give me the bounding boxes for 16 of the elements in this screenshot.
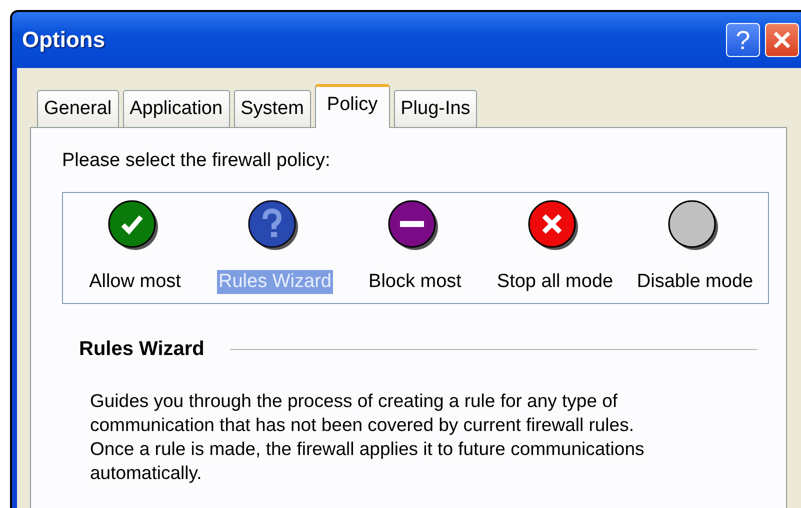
close-icon bbox=[771, 29, 793, 51]
tab[interactable]: Application bbox=[122, 90, 230, 127]
tab[interactable]: Plug-Ins bbox=[394, 90, 478, 127]
tab[interactable]: Policy bbox=[314, 84, 390, 128]
policy-option[interactable]: Block most bbox=[366, 270, 464, 294]
help-button[interactable]: ? bbox=[726, 23, 760, 57]
policy-option[interactable]: Disable mode bbox=[634, 270, 756, 294]
policy-option[interactable]: Allow most bbox=[87, 270, 183, 294]
prompt-text: Please select the firewall policy: bbox=[62, 150, 332, 172]
tab[interactable]: System bbox=[234, 90, 311, 127]
window-title: Options bbox=[22, 27, 106, 53]
close-button[interactable] bbox=[765, 23, 799, 57]
description-text: Guides you through the process of creating a rule for any type of communication that has not been covered by current firewall rules. Once a rule is made, the firewall applies it to future communications automatically. bbox=[90, 389, 646, 485]
policy-option[interactable]: Stop all mode bbox=[494, 270, 616, 294]
section-heading: Rules Wizard bbox=[79, 338, 204, 361]
tab[interactable]: General bbox=[37, 90, 119, 127]
